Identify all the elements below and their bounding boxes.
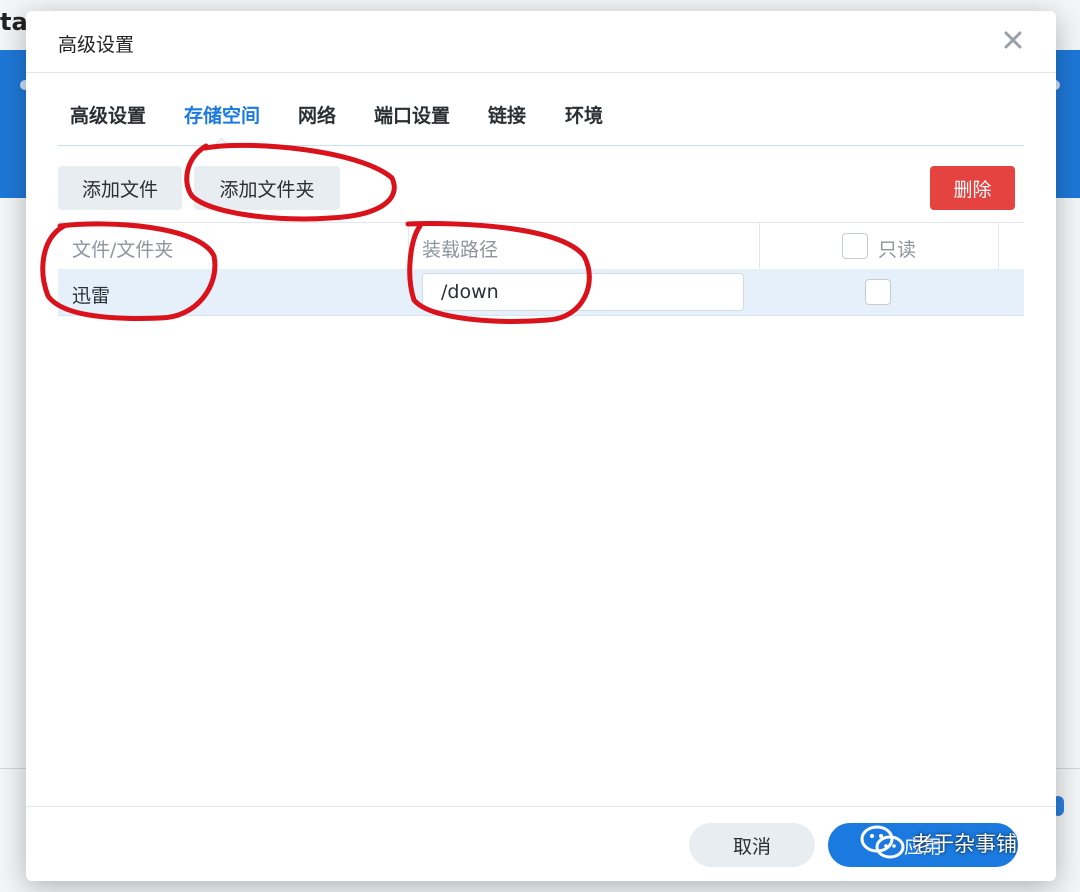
cancel-button[interactable]: 取消 <box>689 823 815 867</box>
tab-underline <box>58 145 1024 146</box>
tab-links[interactable]: 链接 <box>488 101 526 128</box>
readonly-checkbox[interactable] <box>865 279 891 305</box>
add-folder-button[interactable]: 添加文件夹 <box>194 166 340 210</box>
table-header: 文件/文件夹 装载路径 只读 <box>58 222 1024 269</box>
tab-storage[interactable]: 存储空间 <box>184 101 260 128</box>
tab-port-settings[interactable]: 端口设置 <box>374 101 450 128</box>
tab-advanced-settings[interactable]: 高级设置 <box>70 101 146 128</box>
row-name: 迅雷 <box>72 285 111 307</box>
footer-divider <box>26 806 1056 807</box>
tab-network[interactable]: 网络 <box>298 101 336 128</box>
dialog-title: 高级设置 <box>58 34 135 56</box>
close-icon <box>1004 31 1022 49</box>
readonly-select-all-checkbox[interactable] <box>842 233 868 259</box>
title-divider <box>26 72 1056 73</box>
column-divider <box>759 223 760 269</box>
tab-environment[interactable]: 环境 <box>565 101 603 128</box>
mount-path-input[interactable] <box>422 273 744 311</box>
advanced-settings-dialog: 高级设置 高级设置 存储空间 网络 端口设置 链接 环境 添加文件 添加文件夹 … <box>26 11 1056 881</box>
wechat-icon <box>860 825 905 859</box>
delete-button[interactable]: 删除 <box>930 166 1015 210</box>
watermark-text: 老于杂事铺 <box>912 832 1017 856</box>
column-divider <box>998 223 999 269</box>
table-row[interactable]: 迅雷 <box>58 269 1024 316</box>
header-file-folder: 文件/文件夹 <box>72 239 174 261</box>
column-divider <box>408 223 409 269</box>
add-file-button[interactable]: 添加文件 <box>58 166 182 210</box>
close-button[interactable] <box>1000 27 1026 53</box>
active-tab-caret <box>213 137 230 154</box>
storage-table: 文件/文件夹 装载路径 只读 迅雷 <box>58 222 1024 316</box>
watermark: 老于杂事铺 <box>860 824 1017 862</box>
header-readonly: 只读 <box>878 239 917 261</box>
header-mount-path: 装载路径 <box>422 239 499 261</box>
